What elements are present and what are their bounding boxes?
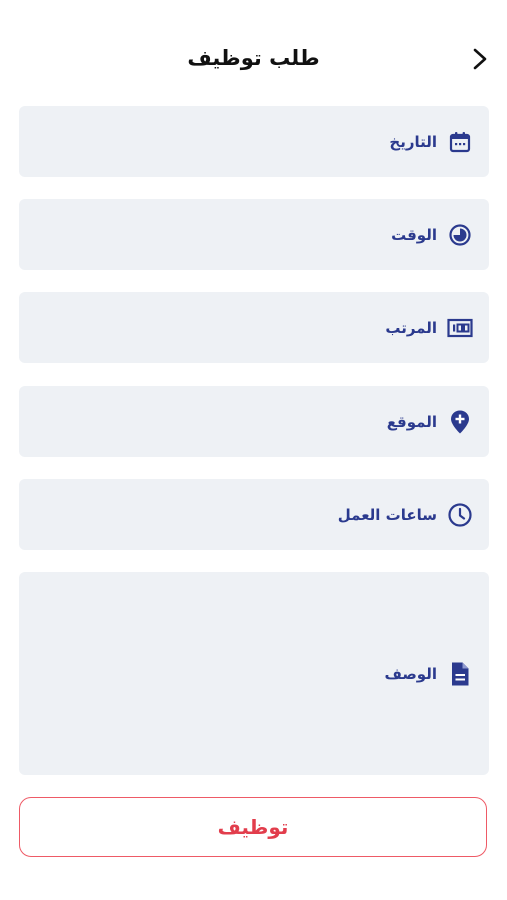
location-pin-icon	[447, 409, 473, 435]
time-dial-icon	[447, 222, 473, 248]
hire-button-label: توظيف	[217, 815, 289, 839]
clock-icon	[447, 502, 473, 528]
time-field-label: الوقت	[391, 225, 437, 244]
date-field[interactable]: التاريخ	[19, 106, 489, 177]
time-field[interactable]: الوقت	[19, 199, 489, 270]
description-field[interactable]: الوصف	[19, 572, 489, 775]
date-field-label: التاريخ	[389, 132, 437, 151]
salary-field[interactable]: المرتب	[19, 292, 489, 363]
back-button[interactable]	[466, 44, 494, 74]
working-hours-field-label: ساعات العمل	[337, 505, 437, 524]
document-icon	[447, 661, 473, 687]
location-field[interactable]: الموقع	[19, 386, 489, 457]
location-field-label: الموقع	[386, 412, 437, 431]
page-title: طلب توظيف	[187, 46, 320, 70]
description-field-label: الوصف	[384, 664, 437, 683]
salary-icon	[447, 315, 473, 341]
app-header: طلب توظيف	[0, 34, 507, 84]
salary-field-label: المرتب	[385, 318, 437, 337]
chevron-right-icon	[473, 48, 487, 70]
hire-button[interactable]: توظيف	[19, 797, 487, 857]
working-hours-field[interactable]: ساعات العمل	[19, 479, 489, 550]
calendar-icon	[447, 129, 473, 155]
